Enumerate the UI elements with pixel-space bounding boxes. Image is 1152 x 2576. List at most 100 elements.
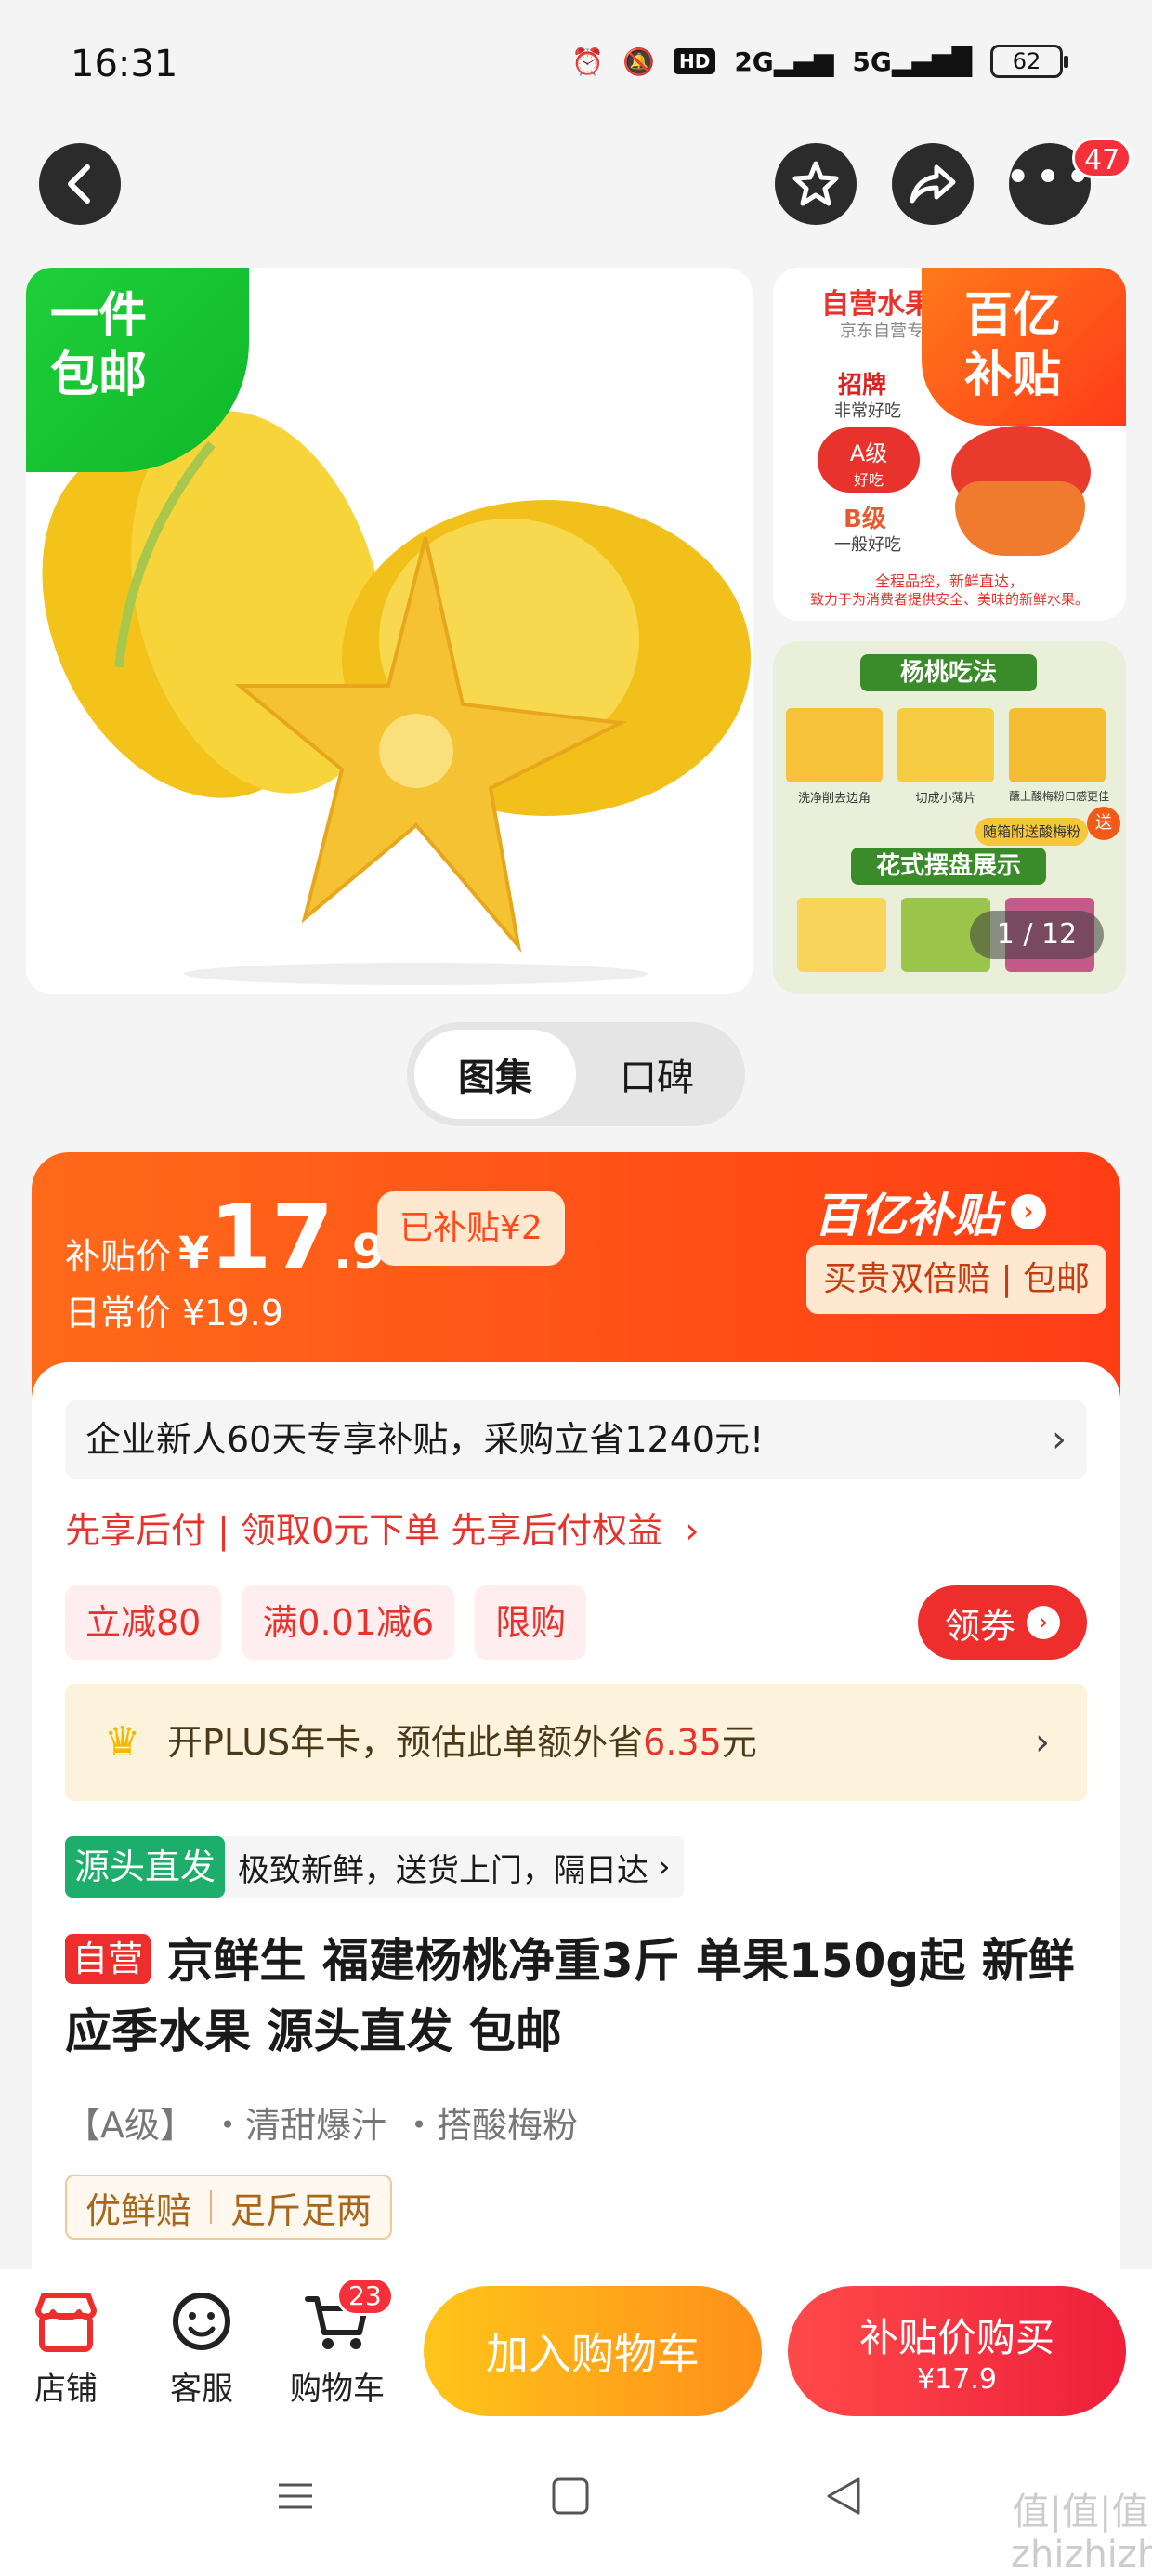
signal-2g: 2G▂▄▆ <box>734 46 834 77</box>
price-currency: ¥ <box>178 1228 210 1280</box>
price-label: 补贴价 <box>65 1236 172 1277</box>
grade-low: B级 <box>844 506 886 533</box>
crown-icon: ♛ <box>104 1718 141 1766</box>
self-operated-tag: 自营 <box>65 1934 151 1984</box>
square-icon <box>552 2477 589 2515</box>
chevron-left-icon <box>68 164 90 204</box>
system-menu-button[interactable] <box>275 2476 316 2517</box>
service-label: 客服 <box>170 2371 233 2408</box>
billion-subsidy-tag: 百亿 补贴 <box>922 268 1126 426</box>
coupon-item[interactable]: 限购 <box>475 1585 587 1660</box>
status-icons: ⏰ 🔕 HD 2G▂▄▆ 5G▂▄▆█ 62 <box>571 45 1068 78</box>
service-tags[interactable]: 优鲜赔 足斤足两 <box>65 2175 393 2240</box>
step3-image <box>1009 708 1106 782</box>
menu-badge: 47 <box>1072 138 1132 178</box>
source-text: 极致新鲜，送货上门，隔日达 <box>238 1851 649 1889</box>
shop-label: 店铺 <box>34 2371 98 2408</box>
enterprise-banner[interactable]: 企业新人60天专享补贴，采购立省1240元! › <box>65 1400 1087 1479</box>
guarantee-tag: 买贵双倍赔 | 包邮 <box>806 1245 1107 1314</box>
customer-service-button[interactable]: 客服 <box>141 2290 262 2409</box>
grade-low-desc: 一般好吃 <box>834 535 901 555</box>
source-direct-row[interactable]: 源头直发 极致新鲜，送货上门，隔日达 › <box>65 1836 684 1898</box>
howto-title: 杨桃吃法 <box>860 654 1037 691</box>
subsidy-amount-tag: 已补贴¥2 <box>377 1191 565 1266</box>
tab-reviews[interactable]: 口碑 <box>576 1030 738 1119</box>
status-bar: 16:31 ⏰ 🔕 HD 2G▂▄▆ 5G▂▄▆█ 62 <box>0 0 1152 130</box>
free-shipping-text: 一件 包邮 <box>50 288 148 403</box>
alarm-icon: ⏰ <box>571 46 605 77</box>
step1-label: 洗净削去边角 <box>797 792 871 806</box>
favorite-button[interactable] <box>775 143 857 225</box>
product-thumbnail-grade[interactable]: 自营水果品 京东自营专业品 招牌 非常好吃 A级 好吃 B级 一般好吃 全程品控，… <box>773 268 1126 621</box>
pay-later-text: 先享后付 | 领取0元下单 先享后付权益 <box>65 1510 663 1551</box>
chevron-right-icon: › <box>658 1848 671 1886</box>
cart-badge: 23 <box>336 2277 394 2316</box>
system-home-button[interactable] <box>550 2476 591 2517</box>
share-button[interactable] <box>892 143 974 225</box>
chevron-right-icon: › <box>1011 1194 1046 1229</box>
grade-footer-1: 全程品控，新鲜直达， <box>874 572 1024 590</box>
tab-gallery[interactable]: 图集 <box>414 1030 576 1119</box>
grade-top: 招牌 <box>838 372 887 400</box>
chevron-right-icon: › <box>685 1510 700 1551</box>
attr-juicy: ・清甜爆汁 <box>210 2105 387 2146</box>
shop-icon <box>35 2293 97 2352</box>
watermark: 值|值|值 zhizhizhi.com <box>1011 2491 1152 2576</box>
get-coupon-label: 领券 <box>944 1605 1015 1647</box>
step1-image <box>786 708 883 782</box>
coupon-list: 立减80 满0.01减6 限购 <box>65 1585 607 1660</box>
chat-face-icon <box>173 2293 230 2350</box>
product-thumbnail-howto[interactable]: 杨桃吃法 洗净削去边角 切成小薄片 蘸上酸梅粉口感更佳 随箱附送酸梅粉 送 花式… <box>773 641 1126 994</box>
triangle-back-icon <box>827 2477 860 2515</box>
product-attributes: 【A级】 ・清甜爆汁 ・搭酸梅粉 <box>65 2096 578 2148</box>
subsidy-price: 补贴价 ¥ 17 .9 <box>65 1193 386 1282</box>
get-coupon-button[interactable]: 领券 › <box>918 1585 1087 1660</box>
plate1-image <box>797 898 886 972</box>
pay-later-link[interactable]: 先享后付 | 领取0元下单 先享后付权益 › <box>65 1502 700 1553</box>
price-integer: 17 <box>209 1186 334 1290</box>
buy-label: 补贴价购买 <box>858 2315 1054 2360</box>
plus-amount: 6.35 <box>643 1722 722 1763</box>
service-tag-weight: 足斤足两 <box>230 2189 373 2231</box>
orange-graphic <box>955 481 1085 556</box>
plus-banner[interactable]: ♛ 开PLUS年卡，预估此单额外省6.35元 › <box>65 1684 1087 1801</box>
attr-plum-powder: ・搭酸梅粉 <box>401 2105 579 2146</box>
step3-label: 蘸上酸梅粉口感更佳 <box>1008 790 1109 803</box>
grade-footer-2: 致力于为消费者提供安全、美味的新鲜水果。 <box>809 591 1089 608</box>
back-button[interactable] <box>39 143 121 225</box>
chevron-right-icon: › <box>1035 1721 1050 1764</box>
plating-title: 花式摆盘展示 <box>851 848 1046 885</box>
source-tag: 源头直发 <box>65 1836 226 1898</box>
coupon-item[interactable]: 立减80 <box>65 1585 222 1660</box>
battery-icon: 62 <box>990 45 1068 78</box>
system-back-button[interactable] <box>823 2476 864 2517</box>
billion-subsidy-link[interactable]: 百亿补贴 › <box>814 1178 1046 1245</box>
buy-now-button[interactable]: 补贴价购买 ¥17.9 <box>788 2286 1126 2416</box>
status-time: 16:31 <box>71 43 178 85</box>
billion-subsidy-text: 百亿补贴 <box>814 1189 1000 1242</box>
coupon-item[interactable]: 满0.01减6 <box>242 1585 455 1660</box>
attr-grade: 【A级】 <box>65 2105 195 2146</box>
step2-image <box>897 708 994 782</box>
cart-label: 购物车 <box>290 2371 385 2408</box>
share-icon <box>910 164 956 204</box>
hd-icon: HD <box>673 48 716 74</box>
service-tag-fresh: 优鲜赔 <box>85 2189 192 2231</box>
add-to-cart-button[interactable]: 加入购物车 <box>424 2286 762 2416</box>
promo-panel: 企业新人60天专享补贴，采购立省1240元! › 先享后付 | 领取0元下单 先… <box>32 1362 1120 2292</box>
buy-price: ¥17.9 <box>917 2363 997 2396</box>
price-card: 补贴价 ¥ 17 .9 已补贴¥2 日常价 ¥19.9 百亿补贴 › 买贵双倍赔… <box>32 1152 1120 2292</box>
product-title-text: 京鲜生 福建杨桃净重3斤 单果150g起 新鲜应季水果 源头直发 包邮 <box>65 1934 1075 2058</box>
mute-icon: 🔕 <box>622 46 655 77</box>
plus-text: 开PLUS年卡，预估此单额外省 <box>167 1722 644 1763</box>
step2-label: 切成小薄片 <box>915 792 976 806</box>
bottom-action-bar: 店铺 客服 购物车 23 加入购物车 补贴价购买 ¥17.9 值|值|值 zhi… <box>0 2269 1152 2576</box>
signal-5g: 5G▂▄▆█ <box>852 46 972 77</box>
shop-button[interactable]: 店铺 <box>6 2290 126 2409</box>
chevron-right-icon: › <box>1052 1418 1067 1461</box>
enterprise-text: 企业新人60天专享补贴，采购立省1240元! <box>85 1419 765 1460</box>
product-main-image[interactable]: 一件 包邮 <box>26 268 753 994</box>
star-icon <box>792 161 839 206</box>
gift-mark: 送 <box>1087 807 1120 840</box>
gallery-counter: 1 / 12 <box>970 911 1104 959</box>
